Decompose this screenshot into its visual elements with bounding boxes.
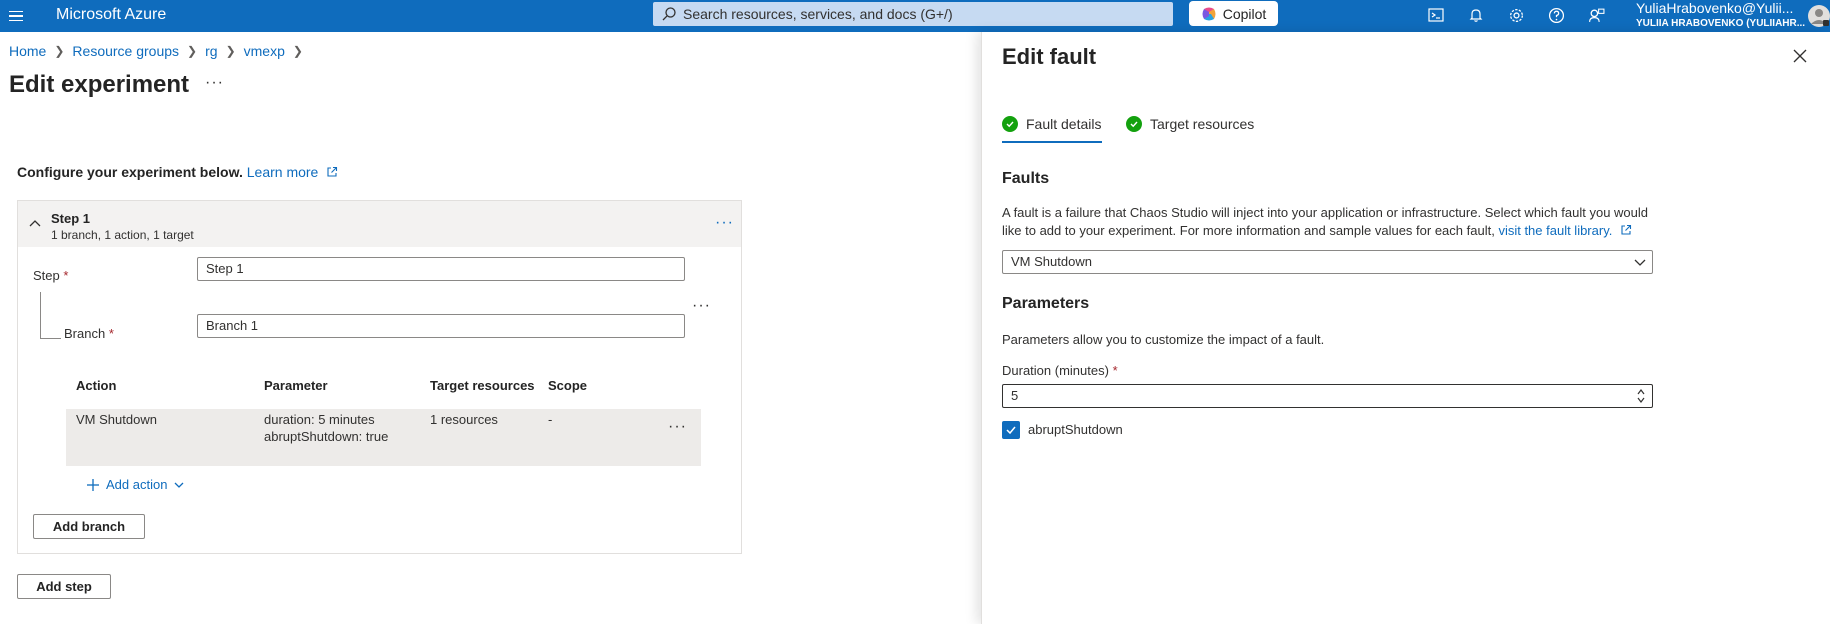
row-more-options-icon[interactable]: ··· — [668, 418, 687, 436]
user-account[interactable]: YuliaHrabovenko@Yulii... YULIIA HRABOVEN… — [1636, 0, 1806, 32]
chevron-right-icon: ❯ — [54, 44, 65, 58]
abrupt-shutdown-checkbox[interactable] — [1002, 421, 1020, 439]
scope-cell: - — [548, 412, 553, 427]
fault-library-link[interactable]: visit the fault library. — [1498, 223, 1632, 238]
faults-description-line-1: A fault is a failure that Chaos Studio w… — [1002, 205, 1649, 220]
faults-description-line-2: like to add to your experiment. For more… — [1002, 222, 1802, 240]
add-action-label: Add action — [106, 477, 168, 492]
learn-more-link[interactable]: Learn more — [247, 164, 338, 180]
breadcrumb-resource-groups[interactable]: Resource groups — [72, 43, 179, 59]
step-name: Step 1 — [51, 211, 91, 226]
breadcrumb-home[interactable]: Home — [9, 43, 46, 59]
checkmark-icon — [1006, 426, 1016, 435]
external-link-icon — [327, 166, 338, 177]
add-action-button[interactable]: Add action — [86, 477, 185, 492]
hamburger-icon[interactable] — [6, 6, 26, 26]
parameters-heading: Parameters — [1002, 295, 1090, 312]
parameter-cell: duration: 5 minutes abruptShutdown: true — [264, 411, 388, 445]
search-icon — [662, 7, 676, 21]
search-placeholder: Search resources, services, and docs (G+… — [683, 6, 953, 22]
configure-label: Configure your experiment below. — [17, 164, 243, 180]
breadcrumb: Home ❯ Resource groups ❯ rg ❯ vmexp ❯ — [9, 43, 303, 59]
tab-label: Target resources — [1150, 116, 1255, 132]
fault-select-value: VM Shutdown — [1011, 254, 1092, 269]
add-branch-button[interactable]: Add branch — [33, 514, 145, 539]
copilot-icon — [1202, 7, 1216, 20]
brand-title[interactable]: Microsoft Azure — [56, 6, 166, 24]
breadcrumb-vmexp[interactable]: vmexp — [244, 43, 285, 59]
branch-more-options-icon[interactable]: ··· — [692, 297, 711, 315]
branch-field-label: Branch * — [64, 326, 114, 341]
search-input[interactable]: Search resources, services, and docs (G+… — [653, 2, 1173, 26]
user-directory: YULIIA HRABOVENKO (YULIIAHR... — [1636, 18, 1806, 29]
parameter-abrupt: abruptShutdown: true — [264, 429, 389, 444]
step-summary: 1 branch, 1 action, 1 target — [51, 228, 194, 242]
abrupt-shutdown-label: abruptShutdown — [1028, 422, 1123, 437]
target-resources-cell: 1 resources — [430, 412, 498, 427]
column-header-parameter: Parameter — [264, 378, 328, 393]
parameters-description: Parameters allow you to customize the im… — [1002, 332, 1325, 347]
edit-fault-panel: Edit fault Fault details Target resource… — [981, 32, 1830, 624]
active-tab-indicator — [1002, 141, 1102, 143]
learn-more-label: Learn more — [246, 164, 319, 180]
chevron-down-icon — [174, 482, 184, 488]
copilot-button[interactable]: Copilot — [1189, 1, 1278, 26]
action-cell: VM Shutdown — [76, 412, 157, 427]
fault-select[interactable]: VM Shutdown — [1002, 250, 1653, 274]
column-header-target-resources: Target resources — [430, 378, 535, 393]
duration-input[interactable]: 5 — [1002, 384, 1653, 408]
tree-connector — [40, 292, 41, 339]
plus-icon — [87, 478, 99, 491]
add-step-button[interactable]: Add step — [17, 574, 111, 599]
chevron-up-icon[interactable] — [26, 215, 44, 233]
faults-heading: Faults — [1002, 170, 1050, 187]
external-link-icon — [1621, 224, 1632, 235]
user-email: YuliaHrabovenko@Yulii... — [1636, 0, 1794, 16]
branch-name-input[interactable]: Branch 1 — [197, 314, 685, 338]
configure-text: Configure your experiment below. Learn m… — [17, 164, 338, 180]
tab-label: Fault details — [1026, 116, 1102, 132]
duration-label: Duration (minutes) * — [1002, 363, 1118, 378]
copilot-label: Copilot — [1222, 5, 1267, 22]
breadcrumb-rg[interactable]: rg — [205, 43, 217, 59]
chevron-down-icon — [1634, 259, 1646, 266]
step-name-input[interactable]: Step 1 — [197, 257, 685, 281]
column-header-action: Action — [76, 378, 117, 393]
step-field-label: Step * — [33, 268, 69, 283]
page-title: Edit experiment — [9, 71, 190, 98]
check-circle-icon — [1126, 116, 1142, 132]
duration-value: 5 — [1011, 388, 1019, 403]
faults-description: A fault is a failure that Chaos Studio w… — [1002, 204, 1802, 240]
column-header-scope: Scope — [548, 378, 588, 393]
more-options-icon[interactable]: ··· — [205, 74, 224, 92]
step-card: Step 1 1 branch, 1 action, 1 target ··· — [17, 200, 742, 554]
avatar[interactable] — [1806, 2, 1830, 30]
step-more-options-icon[interactable]: ··· — [715, 214, 734, 232]
cloud-shell-icon[interactable] — [1425, 4, 1447, 26]
panel-title: Edit fault — [1002, 44, 1097, 69]
feedback-icon[interactable] — [1585, 4, 1607, 26]
parameter-duration: duration: 5 minutes — [264, 412, 375, 427]
tab-fault-details[interactable]: Fault details — [1002, 116, 1101, 132]
gear-icon[interactable] — [1505, 4, 1527, 26]
check-circle-icon — [1002, 116, 1018, 132]
close-icon[interactable] — [1792, 48, 1808, 64]
chevron-right-icon: ❯ — [292, 44, 303, 58]
top-bar: Microsoft Azure Search resources, servic… — [0, 0, 1830, 32]
tab-target-resources[interactable]: Target resources — [1126, 116, 1254, 132]
chevron-right-icon: ❯ — [187, 44, 198, 58]
tree-connector — [40, 338, 61, 339]
step-header[interactable]: Step 1 1 branch, 1 action, 1 target ··· — [18, 201, 741, 247]
bell-icon[interactable] — [1465, 4, 1487, 26]
help-icon[interactable] — [1545, 4, 1567, 26]
spin-arrows-icon[interactable] — [1636, 386, 1646, 406]
chevron-right-icon: ❯ — [225, 44, 236, 58]
